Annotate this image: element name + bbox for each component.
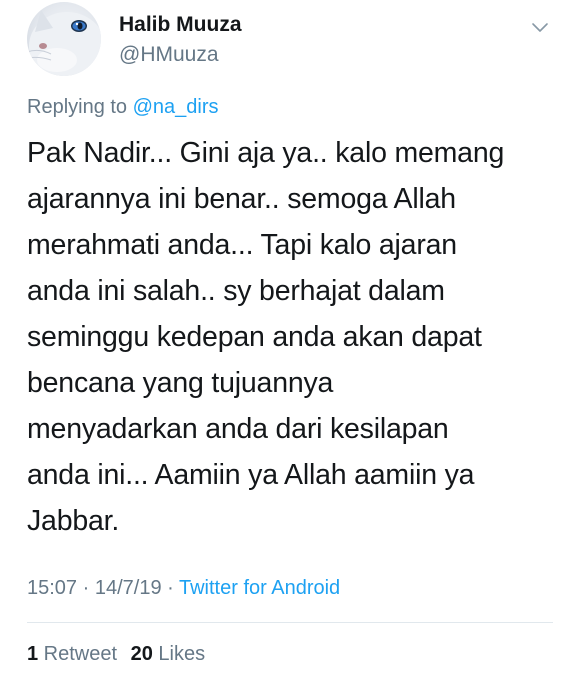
user-names: Halib Muuza @HMuuza bbox=[119, 12, 242, 69]
tweet-source-link[interactable]: Twitter for Android bbox=[179, 577, 340, 599]
tweet-text-line: ajarannya ini benar.. semoga Allah bbox=[27, 183, 456, 215]
tweet-text-line: Jabbar. bbox=[27, 505, 120, 537]
tweet-time[interactable]: 15:07 bbox=[27, 577, 77, 599]
tweet-text-line: anda ini salah.. sy berhajat dalam bbox=[27, 275, 445, 307]
chevron-down-icon[interactable] bbox=[531, 22, 549, 34]
tweet-text-line: anda ini... Aamiin ya Allah aamiin ya bbox=[27, 459, 475, 491]
avatar[interactable] bbox=[27, 2, 101, 76]
white-cat-avatar-icon bbox=[27, 10, 101, 76]
replying-to-label: Replying to bbox=[27, 96, 133, 118]
retweet-stat[interactable]: 1 Retweet bbox=[27, 643, 117, 665]
tweet-stats: 1 Retweet 20 Likes bbox=[27, 640, 205, 668]
tweet-meta: 15:07 · 14/7/19 · Twitter for Android bbox=[27, 574, 340, 602]
meta-separator: · bbox=[77, 577, 95, 599]
meta-separator: · bbox=[161, 577, 179, 599]
like-stat[interactable]: 20 Likes bbox=[131, 643, 206, 665]
divider bbox=[27, 622, 553, 623]
tweet-text-line: Pak Nadir... Gini aja ya.. kalo memang bbox=[27, 137, 505, 169]
retweet-label: Retweet bbox=[38, 643, 118, 665]
tweet-header: Halib Muuza @HMuuza bbox=[27, 2, 557, 82]
like-label: Likes bbox=[152, 643, 206, 665]
replying-to: Replying to @na_dirs bbox=[27, 94, 219, 120]
user-handle[interactable]: @HMuuza bbox=[119, 41, 242, 69]
tweet-text-line: menyadarkan anda dari kesilapan bbox=[27, 413, 449, 445]
tweet-text-line: seminggu kedepan anda akan dapat bbox=[27, 321, 482, 353]
tweet-date[interactable]: 14/7/19 bbox=[95, 577, 162, 599]
tweet-text-line: merahmati anda... Tapi kalo ajaran bbox=[27, 229, 457, 261]
reply-mention-link[interactable]: @na_dirs bbox=[133, 96, 219, 118]
tweet-text-line: bencana yang tujuannya bbox=[27, 367, 334, 399]
display-name[interactable]: Halib Muuza bbox=[119, 12, 242, 38]
retweet-count: 1 bbox=[27, 643, 39, 665]
tweet-text: Pak Nadir... Gini aja ya.. kalo memang a… bbox=[27, 130, 557, 544]
like-count: 20 bbox=[130, 643, 153, 665]
